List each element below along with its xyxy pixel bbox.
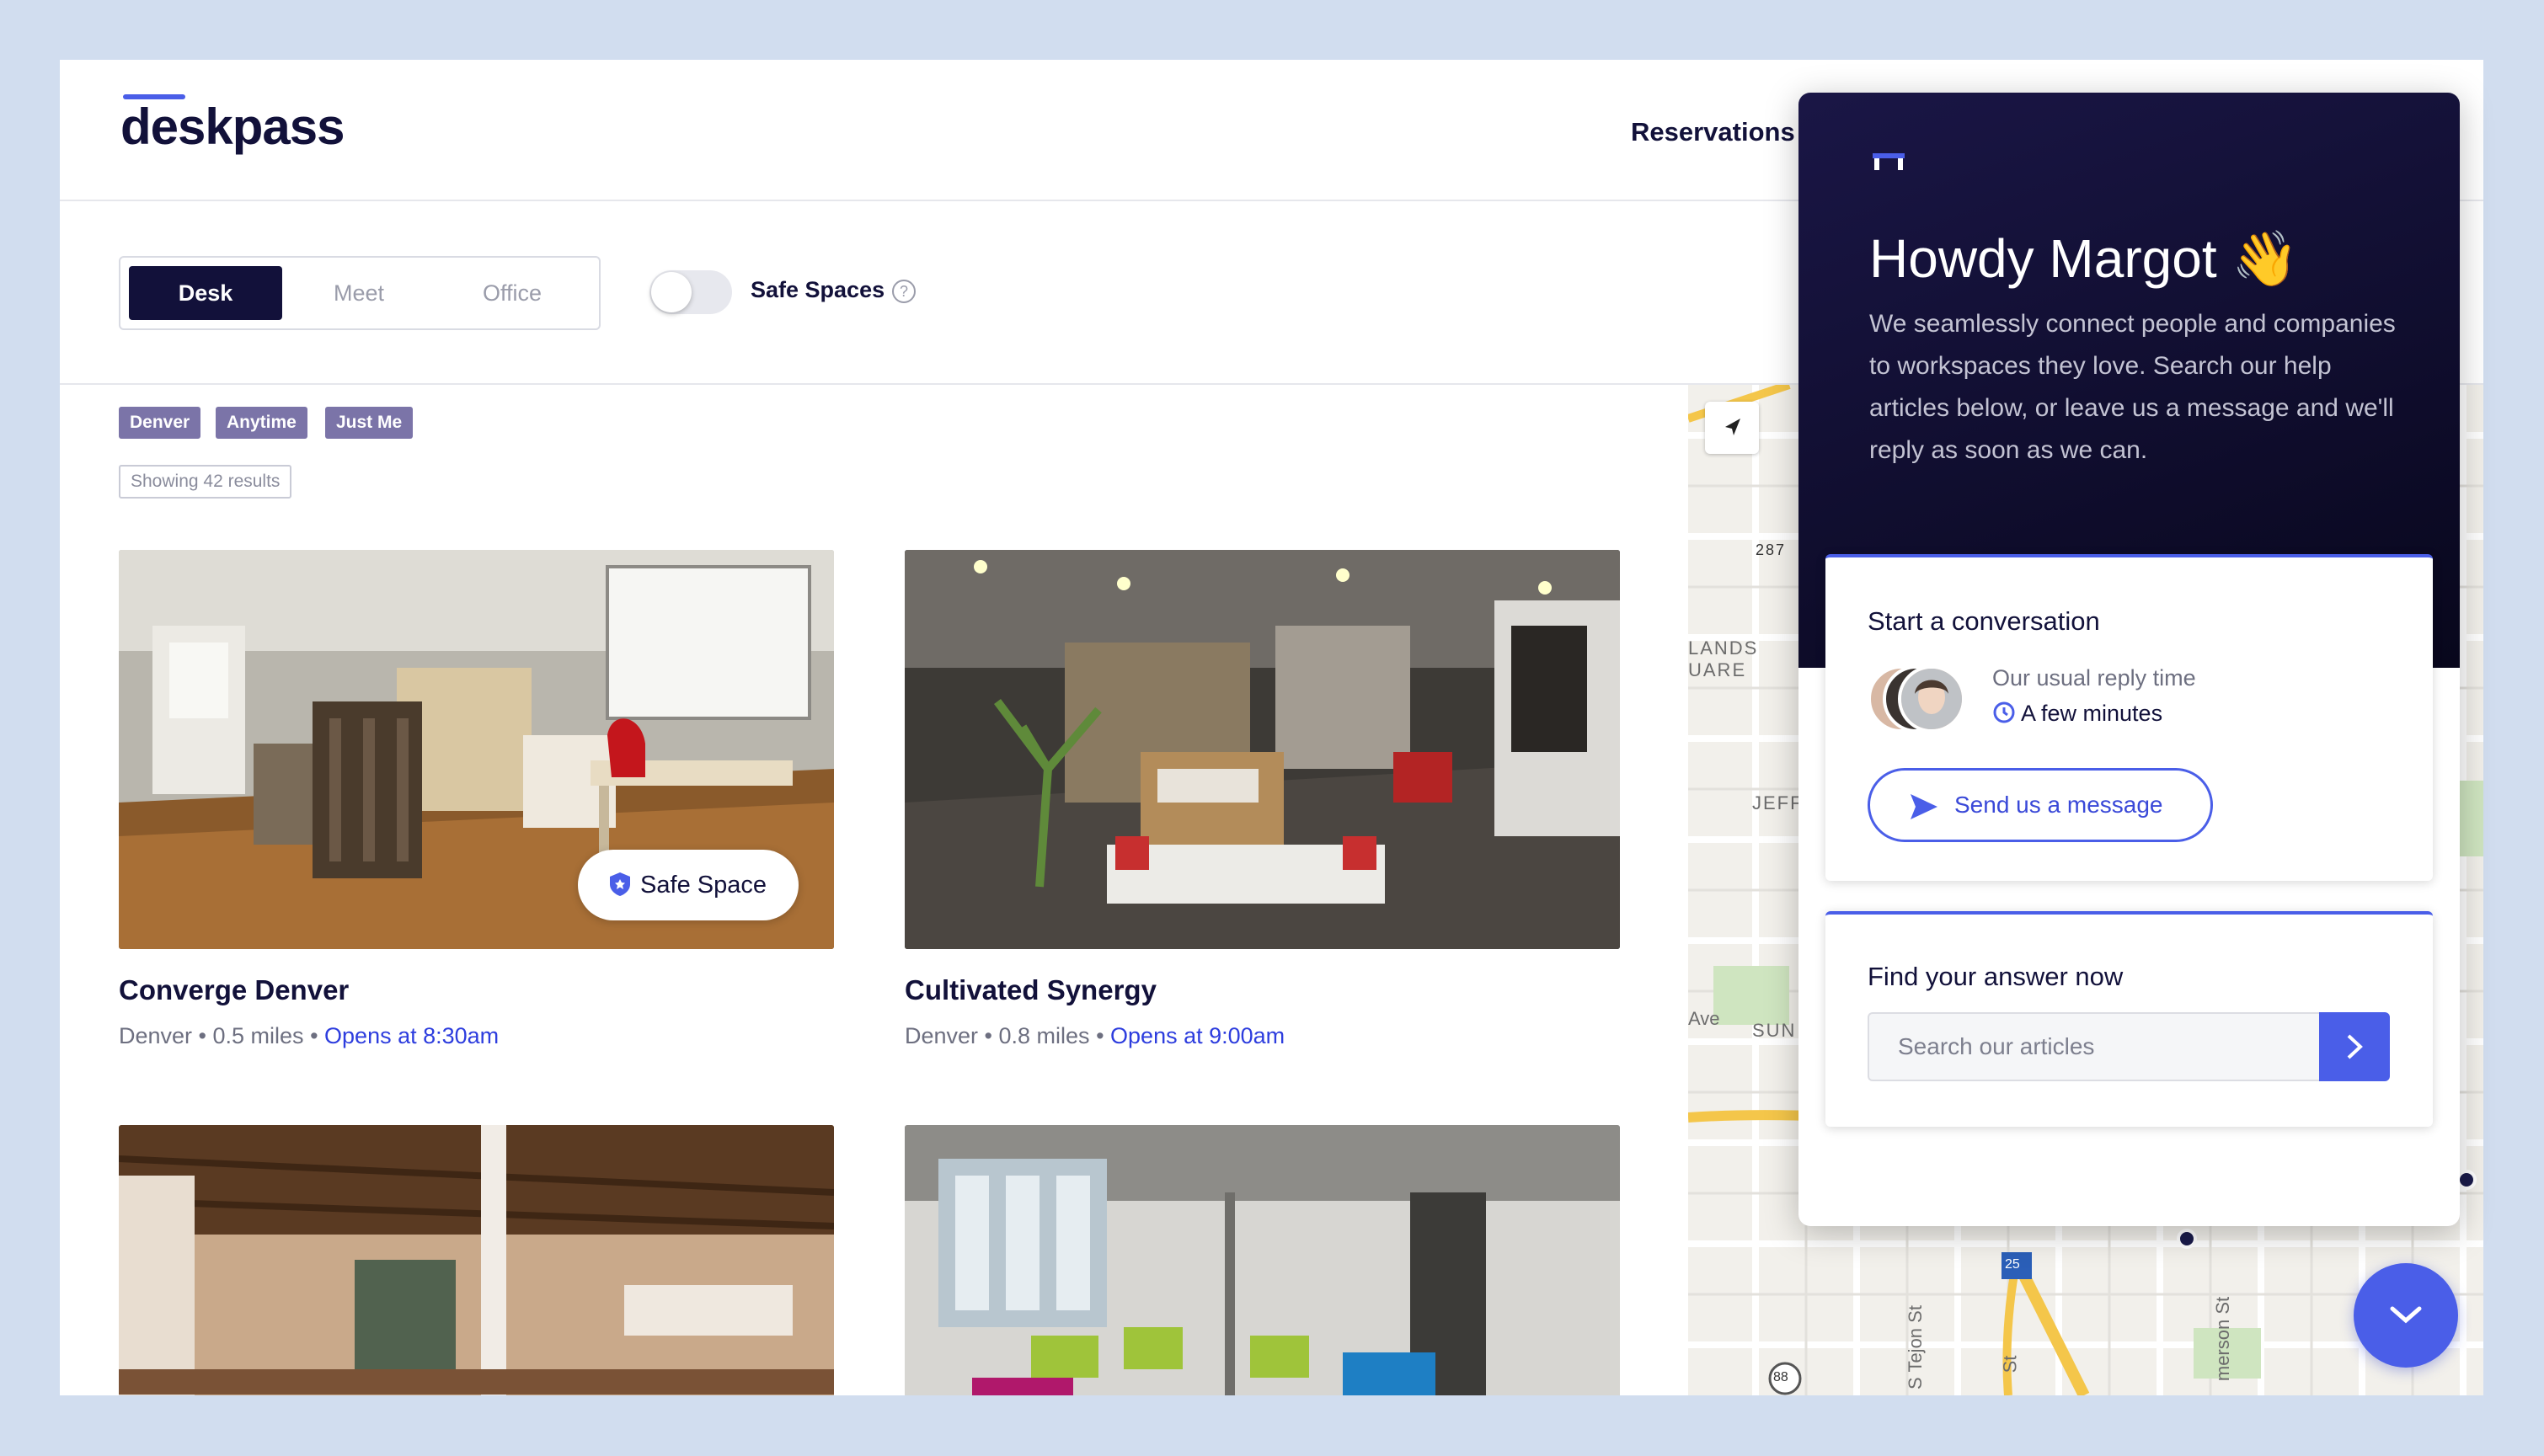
- clock-icon: [1993, 701, 2015, 723]
- listing-city: Denver: [905, 1023, 979, 1048]
- chevron-right-icon: [2347, 1034, 2363, 1059]
- deskpass-logo[interactable]: deskpass: [120, 94, 345, 157]
- help-messenger-panel: Howdy Margot 👋 We seamlessly connect peo…: [1798, 93, 2460, 1226]
- filter-chip-time[interactable]: Anytime: [216, 407, 307, 439]
- send-message-label: Send us a message: [1954, 792, 2163, 818]
- map-label-sun: SUN: [1752, 1020, 1797, 1041]
- safe-space-badge-label: Safe Space: [640, 872, 767, 899]
- avatar: [1898, 665, 1965, 733]
- deskpass-mark-icon: [1873, 153, 1905, 172]
- article-search-input[interactable]: Search our articles: [1868, 1012, 2319, 1081]
- listing-card[interactable]: Safe Space Converge Denver Denver • 0.5 …: [119, 550, 834, 1048]
- map-label-i25: 25: [2005, 1257, 2020, 1272]
- send-message-button[interactable]: Send us a message: [1868, 768, 2213, 842]
- map-marker[interactable]: [2177, 1229, 2197, 1249]
- listing-photo[interactable]: [905, 1125, 1620, 1395]
- map-label-route88: 88: [1773, 1370, 1788, 1384]
- warehouse-photo-illustration: [119, 1125, 834, 1395]
- navigation-arrow-icon: [1725, 419, 1740, 435]
- messenger-toggle-button[interactable]: [2354, 1263, 2458, 1368]
- safe-spaces-label: Safe Spaces: [751, 277, 885, 302]
- reply-time-value: A few minutes: [1992, 701, 2162, 727]
- listing-card[interactable]: [905, 1125, 1620, 1395]
- listing-city: Denver: [119, 1023, 193, 1048]
- question-circle-icon[interactable]: ?: [892, 280, 916, 303]
- tab-desk[interactable]: Desk: [129, 266, 282, 320]
- logo-text: deskpass: [120, 99, 345, 155]
- modern-office-photo-illustration: [905, 1125, 1620, 1395]
- listing-distance: 0.5 miles: [212, 1023, 304, 1048]
- tab-office[interactable]: Office: [436, 266, 589, 320]
- shield-icon: [610, 872, 631, 896]
- loft-photo-illustration: [905, 550, 1620, 949]
- reply-time-label: Our usual reply time: [1992, 665, 2196, 691]
- safe-spaces-toggle[interactable]: [649, 270, 732, 314]
- listing-meta: Denver • 0.5 miles • Opens at 8:30am: [119, 1023, 500, 1048]
- listing-distance: 0.8 miles: [998, 1023, 1090, 1048]
- intro-text: We seamlessly connect people and compani…: [1869, 310, 2396, 464]
- listing-card[interactable]: Cultivated Synergy Denver • 0.8 miles • …: [905, 550, 1620, 1048]
- listing-card[interactable]: [119, 1125, 834, 1395]
- locate-me-button[interactable]: [1705, 402, 1759, 454]
- map-label-tejon: S Tejon St: [1904, 1305, 1926, 1389]
- listing-meta: Denver • 0.8 miles • Opens at 9:00am: [905, 1023, 1285, 1048]
- workspace-type-segmented-control: Desk Meet Office: [119, 256, 601, 330]
- find-answer-title: Find your answer now: [1868, 962, 2124, 991]
- map-label-emerson: merson St: [2212, 1296, 2234, 1382]
- map-label-st: St: [1999, 1355, 2021, 1373]
- listing-photo[interactable]: Safe Space: [119, 550, 834, 949]
- send-arrow-icon: [1911, 794, 1937, 819]
- face-illustration: [1901, 669, 1962, 729]
- start-conversation-card: Start a conversation Our usual reply tim…: [1825, 554, 2433, 881]
- map-label-lands: LANDS: [1688, 637, 1759, 659]
- greeting-heading: Howdy Margot 👋: [1869, 228, 2300, 289]
- map-label-jeff: JEFF: [1752, 792, 1804, 813]
- listing-photo[interactable]: [119, 1125, 834, 1395]
- search-submit-button[interactable]: [2319, 1012, 2390, 1081]
- find-answer-card: Find your answer now Search our articles: [1825, 911, 2433, 1127]
- tab-meet[interactable]: Meet: [282, 266, 436, 320]
- listing-title[interactable]: Converge Denver: [119, 974, 349, 1006]
- filter-chip-party[interactable]: Just Me: [325, 407, 414, 439]
- results-count: Showing 42 results: [119, 465, 292, 499]
- safe-space-badge: Safe Space: [578, 850, 799, 920]
- listing-title[interactable]: Cultivated Synergy: [905, 974, 1157, 1006]
- reply-time-text: A few minutes: [2021, 701, 2163, 726]
- listing-opens: Opens at 8:30am: [324, 1023, 500, 1048]
- nav-reservations-link[interactable]: Reservations: [1631, 117, 1795, 147]
- conversation-title: Start a conversation: [1868, 606, 2100, 636]
- listing-photo[interactable]: [905, 550, 1620, 949]
- listing-opens: Opens at 9:00am: [1110, 1023, 1285, 1048]
- team-avatars: [1868, 665, 1969, 733]
- logo-accent-bar: [123, 94, 185, 99]
- chevron-down-icon: [2390, 1306, 2422, 1324]
- map-label-ave: Ave: [1688, 1008, 1720, 1029]
- map-label-uare: UARE: [1688, 659, 1747, 680]
- toggle-knob: [651, 272, 692, 312]
- map-label-highway: 287: [1756, 541, 1787, 558]
- filter-chip-location[interactable]: Denver: [119, 407, 201, 439]
